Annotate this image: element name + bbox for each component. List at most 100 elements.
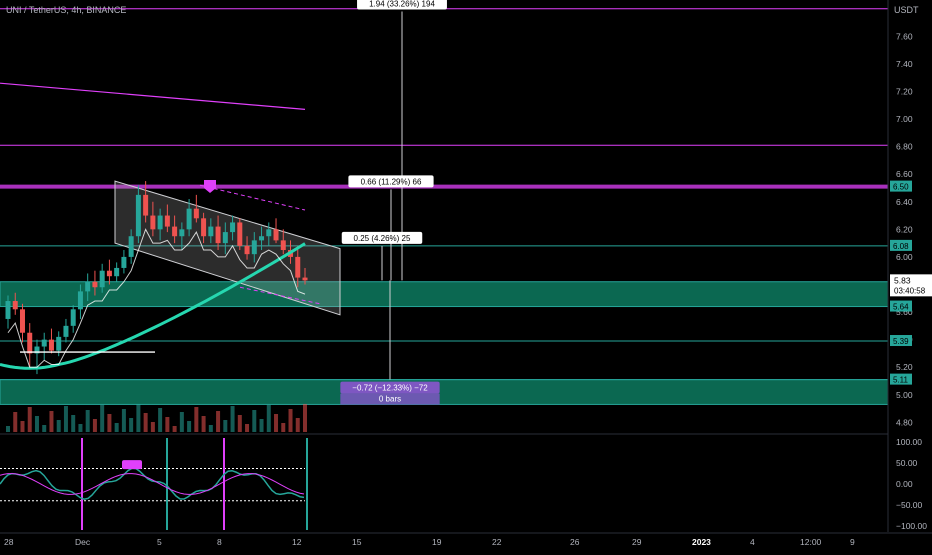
volume-bar: [107, 414, 112, 432]
candle-body: [135, 194, 141, 237]
candle-body: [302, 277, 308, 281]
candle-body: [106, 270, 112, 277]
candle-body: [56, 336, 62, 351]
candle-body: [172, 226, 178, 237]
chart-area[interactable]: 1.94 (33.26%) 194 0.66 (11.29%) 66 0.25 (4…: [0, 0, 932, 550]
candle-body: [193, 208, 199, 219]
volume-bar: [237, 415, 242, 432]
current-price-text: 5.83: [894, 275, 911, 285]
candle-body: [19, 309, 25, 333]
volume-bar: [42, 425, 47, 432]
time-tick-label: 4: [750, 537, 755, 547]
price-tick-label: 7.40: [896, 59, 913, 69]
volume-bar: [172, 426, 177, 432]
candle-body: [164, 215, 170, 227]
volume-bar: [245, 424, 250, 432]
time-tick-label: 12: [292, 537, 302, 547]
price-chart[interactable]: 1.94 (33.26%) 194 0.66 (11.29%) 66 0.25 (4…: [0, 0, 932, 550]
volume-bar: [216, 411, 221, 432]
volume-bar: [121, 409, 126, 432]
volume-bar: [85, 410, 90, 432]
candle-body: [295, 256, 301, 278]
volume-bar: [136, 404, 141, 432]
indicator-tick-label: 0.00: [896, 479, 913, 489]
candle-body: [179, 229, 185, 237]
candle-body: [77, 291, 83, 310]
volume-bar: [194, 407, 199, 432]
volume-bar: [34, 416, 39, 432]
time-tick-label: 22: [492, 537, 502, 547]
candle-body: [114, 267, 120, 277]
demand-zone-0: [0, 281, 889, 308]
candle-body: [143, 194, 149, 216]
volume-bar: [201, 416, 206, 432]
candle-body: [208, 226, 214, 237]
volume-bar: [179, 412, 184, 432]
candle-body: [251, 240, 257, 255]
time-tick-label: 5: [157, 537, 162, 547]
indicator-marker: [122, 460, 142, 470]
price-tick-label: 5.00: [896, 390, 913, 400]
volume-bar: [303, 404, 307, 432]
demand-zone-1: [0, 379, 889, 405]
volume-bar: [295, 418, 300, 432]
volume-bar: [49, 411, 54, 432]
volume-bar: [288, 409, 293, 432]
candle-body: [70, 309, 76, 326]
candle-body: [244, 245, 250, 255]
volume-bar: [281, 423, 286, 432]
measure-label-0: 1.94 (33.26%) 194: [369, 0, 435, 9]
price-tick-label: 6.00: [896, 252, 913, 262]
volume-bar: [143, 413, 148, 432]
price-tag-text-4: 5.11: [893, 376, 909, 385]
candle-body: [186, 208, 192, 230]
volume-bar: [274, 414, 279, 432]
volume-bar: [259, 419, 264, 432]
time-tick-label: 2023: [692, 537, 711, 547]
volume-bar: [56, 420, 61, 432]
countdown-text: 03:40:58: [894, 286, 926, 295]
currency-label: USDT: [894, 5, 919, 15]
price-tick-label: 6.20: [896, 224, 913, 234]
price-tag-text-2: 5.64: [893, 303, 909, 312]
volume-bar: [71, 415, 76, 432]
volume-bar: [230, 406, 235, 432]
volume-bar: [187, 421, 192, 432]
time-tick-label: Dec: [75, 537, 91, 547]
price-tick-label: 6.60: [896, 169, 913, 179]
time-tick-label: 8: [217, 537, 222, 547]
price-tick-label: 6.80: [896, 142, 913, 152]
indicator-tick-label: 100.00: [896, 437, 922, 447]
chart-title: UNI / TetherUS, 4h, BINANCE: [6, 5, 126, 15]
volume-bar: [165, 417, 170, 432]
volume-bar: [208, 425, 213, 432]
candle-body: [85, 281, 91, 292]
volume-bar: [252, 410, 257, 432]
candle-body: [41, 339, 47, 347]
candle-body: [280, 240, 286, 251]
time-tick-label: 26: [570, 537, 580, 547]
candle-body: [259, 236, 265, 241]
measure-sub-3: 0 bars: [379, 395, 401, 404]
indicator-tick-label: −100.00: [896, 521, 927, 531]
price-tick-label: 7.20: [896, 86, 913, 96]
candle-body: [215, 226, 221, 244]
volume-bar: [78, 424, 83, 432]
price-tick-label: 7.60: [896, 31, 913, 41]
volume-bar: [27, 407, 32, 432]
candle-body: [63, 325, 69, 337]
candle-body: [27, 332, 33, 354]
volume-bar: [266, 405, 271, 432]
volume-bar: [20, 421, 25, 432]
volume-bar: [223, 420, 228, 432]
price-tick-label: 4.80: [896, 417, 913, 427]
volume-bar: [129, 418, 134, 432]
indicator-tick-label: −50.00: [896, 500, 923, 510]
candle-body: [128, 236, 134, 257]
price-tick-label: 7.00: [896, 114, 913, 124]
volume-bar: [92, 419, 97, 432]
candle-body: [5, 301, 11, 319]
price-tag-text-0: 6.50: [893, 183, 909, 192]
time-tick-label: 9: [850, 537, 855, 547]
volume-bar: [63, 406, 68, 432]
